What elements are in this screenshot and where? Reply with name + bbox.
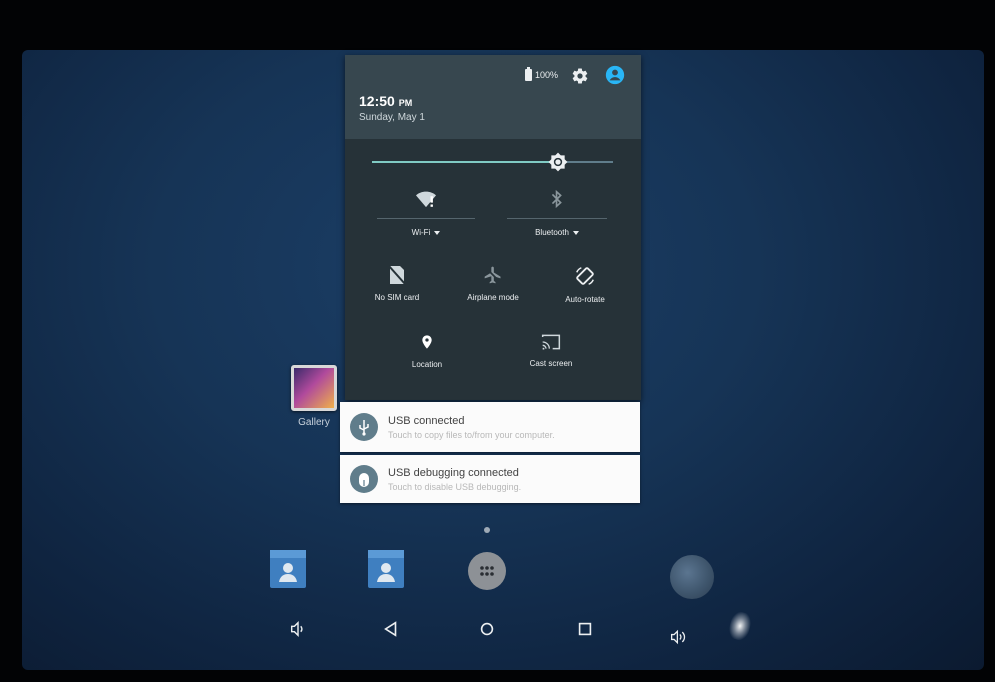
usb-icon: [350, 413, 378, 441]
contacts-app-icon[interactable]: [270, 548, 306, 588]
battery-percentage: 100%: [535, 70, 559, 80]
notification-title: USB connected: [388, 414, 465, 427]
notification-subtitle: Touch to disable USB debugging.: [388, 481, 522, 492]
auto-rotate-label: Auto-rotate: [565, 295, 605, 304]
tile-wifi[interactable]: [377, 189, 475, 209]
cast-screen-label: Cast screen: [529, 359, 573, 368]
quick-settings-header: 100% 12:50 PM Sunday, May 1: [345, 55, 641, 139]
volume-up-icon[interactable]: [670, 628, 688, 646]
wifi-label-dropdown[interactable]: Wi-Fi: [377, 228, 475, 237]
location-label: Location: [411, 360, 443, 369]
volume-down-icon[interactable]: [289, 620, 307, 638]
airplane-icon: [484, 266, 502, 284]
no-sim-label: No SIM card: [374, 293, 420, 302]
bluetooth-divider: [507, 218, 607, 219]
wifi-divider: [377, 218, 475, 219]
tile-auto-rotate[interactable]: Auto-rotate: [547, 265, 623, 304]
battery-icon: [525, 67, 532, 81]
gallery-app[interactable]: Gallery: [290, 365, 338, 428]
bluetooth-label: Bluetooth: [535, 228, 569, 237]
user-account-icon[interactable]: [605, 65, 625, 85]
cast-icon: [541, 334, 561, 350]
battery-status[interactable]: 100%: [525, 67, 559, 81]
page-indicator-dot: [484, 527, 490, 533]
bluetooth-label-dropdown[interactable]: Bluetooth: [507, 228, 607, 237]
tile-bluetooth[interactable]: [507, 189, 607, 209]
wifi-label: Wi-Fi: [411, 228, 431, 237]
autorotate-icon: [576, 267, 594, 285]
settings-gear-icon[interactable]: [571, 67, 589, 85]
home-icon[interactable]: [478, 620, 496, 638]
tile-airplane-mode[interactable]: Airplane mode: [455, 265, 531, 302]
android-debug-icon: [350, 465, 378, 493]
gallery-label: Gallery: [298, 417, 330, 428]
clock-time: 12:50: [359, 93, 395, 109]
back-icon[interactable]: [382, 620, 400, 638]
tile-location[interactable]: Location: [387, 332, 467, 369]
wifi-alert-icon: [416, 191, 436, 208]
chevron-down-icon: [572, 230, 579, 235]
location-pin-icon: [422, 335, 432, 349]
quick-settings-panel: 100% 12:50 PM Sunday, May 1 Wi-Fi Blueto…: [345, 55, 641, 400]
no-sim-icon: [389, 265, 405, 285]
notification-subtitle: Touch to copy files to/from your compute…: [388, 429, 555, 440]
bluetooth-icon: [551, 189, 562, 209]
date[interactable]: Sunday, May 1: [359, 112, 425, 123]
notification-usb-connected[interactable]: USB connected Touch to copy files to/fro…: [340, 402, 640, 452]
brightness-slider-fill: [372, 161, 560, 163]
app-drawer-button[interactable]: [468, 552, 506, 590]
gallery-icon: [291, 365, 337, 411]
chevron-down-icon: [434, 230, 441, 235]
notification-usb-debugging[interactable]: USB debugging connected Touch to disable…: [340, 455, 640, 503]
tile-no-sim[interactable]: No SIM card: [359, 265, 435, 302]
tile-cast-screen[interactable]: Cast screen: [511, 333, 591, 368]
contacts-app-icon[interactable]: [368, 548, 404, 588]
recents-icon[interactable]: [576, 620, 594, 638]
clock[interactable]: 12:50 PM: [359, 93, 412, 109]
notification-title: USB debugging connected: [388, 466, 519, 479]
browser-globe-icon[interactable]: [670, 555, 714, 599]
airplane-mode-label: Airplane mode: [467, 293, 519, 302]
apps-grid-icon: [480, 566, 494, 576]
brightness-icon[interactable]: [548, 152, 568, 172]
clock-ampm: PM: [398, 98, 413, 108]
